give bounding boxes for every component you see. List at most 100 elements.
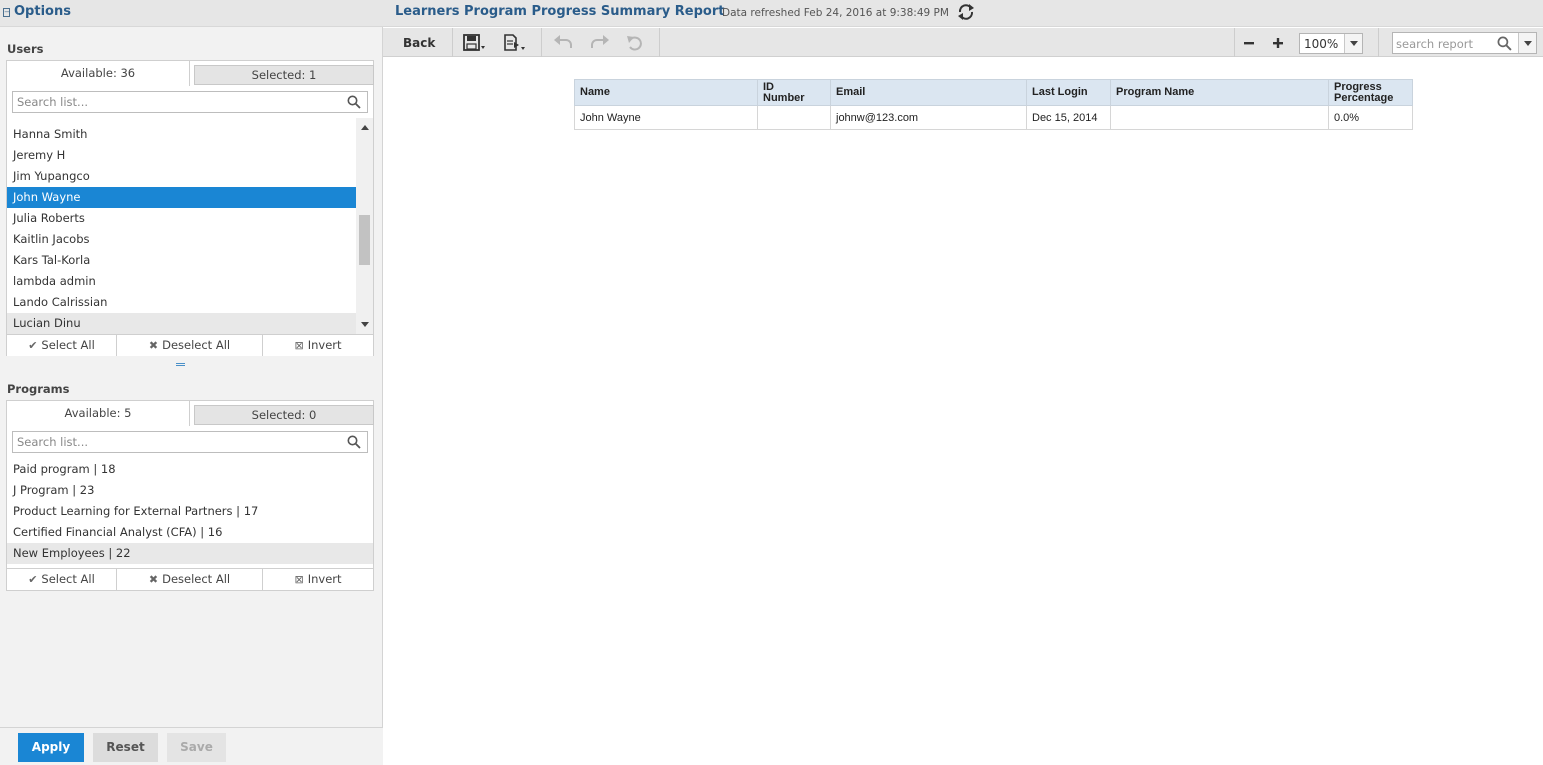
cell-id-number [757, 105, 831, 130]
zoom-out-icon[interactable] [1241, 35, 1257, 51]
table-header-row: Name ID Number Email Last Login Program N… [574, 79, 1413, 106]
programs-select-all-button[interactable]: ✔ Select All [7, 569, 117, 590]
column-header-id-number: ID Number [757, 79, 831, 106]
toolbar-divider [659, 28, 660, 57]
users-select-all-button[interactable]: ✔ Select All [7, 335, 117, 356]
programs-invert-button[interactable]: ⊠ Invert [263, 569, 373, 590]
users-search-box [12, 91, 368, 113]
reset-button[interactable]: Reset [93, 733, 158, 762]
tab-users-selected[interactable]: Selected: 1 [194, 65, 374, 85]
redo-icon[interactable] [588, 34, 610, 52]
zoom-dropdown-button[interactable] [1344, 34, 1362, 53]
list-item[interactable]: Hanna Smith [7, 124, 356, 145]
list-item[interactable]: Jim Yupangco [7, 166, 356, 187]
save-report-icon[interactable] [463, 34, 485, 52]
search-icon[interactable] [1497, 36, 1512, 51]
column-header-program-name: Program Name [1110, 79, 1329, 106]
options-footer: Apply Reset Save [0, 727, 383, 765]
programs-list: Paid program | 18 J Program | 23 Product… [7, 459, 373, 566]
cell-program-name [1110, 105, 1329, 130]
users-label: Users [7, 42, 44, 56]
report-title: Learners Program Progress Summary Report [395, 4, 725, 19]
tab-users-available[interactable]: Available: 36 [6, 60, 190, 86]
chevron-down-icon [1350, 41, 1358, 46]
toolbar-divider [1378, 28, 1379, 57]
options-panel: − Options Users Available: 36 Selected: … [0, 0, 383, 765]
zoom-value: 100% [1304, 37, 1339, 51]
cell-email: johnw@123.com [830, 105, 1027, 130]
users-invert-button[interactable]: ⊠ Invert [263, 335, 373, 356]
column-header-progress: Progress Percentage [1328, 79, 1413, 106]
column-header-email: Email [830, 79, 1027, 106]
users-actions: ✔ Select All ✖ Deselect All ⊠ Invert [7, 334, 373, 356]
report-search-box [1392, 32, 1537, 54]
list-item[interactable]: Jeremy H [7, 145, 356, 166]
scroll-thumb[interactable] [359, 215, 370, 265]
programs-search-box [12, 431, 368, 453]
users-scrollbar[interactable] [356, 118, 373, 334]
check-icon: ✔ [28, 573, 38, 586]
scroll-up-icon[interactable] [361, 125, 369, 130]
zoom-select[interactable]: 100% [1299, 33, 1363, 54]
list-item[interactable]: Lando Calrissian [7, 292, 356, 313]
save-button[interactable]: Save [167, 733, 226, 762]
search-icon[interactable] [347, 435, 361, 449]
list-item[interactable]: J Program | 23 [7, 480, 373, 501]
list-item[interactable]: New Employees | 22 [7, 543, 373, 564]
tab-programs-available[interactable]: Available: 5 [6, 400, 190, 426]
search-icon[interactable] [347, 95, 361, 109]
search-options-dropdown[interactable] [1518, 33, 1536, 53]
undo-icon[interactable] [553, 34, 575, 52]
scroll-down-icon[interactable] [361, 322, 369, 327]
check-icon: ✔ [28, 339, 38, 352]
list-item[interactable]: Kaitlin Jacobs [7, 229, 356, 250]
x-icon: ✖ [148, 573, 159, 586]
list-item[interactable]: Lucian Dinu [7, 313, 356, 334]
refresh-timestamp: Data refreshed Feb 24, 2016 at 9:38:49 P… [722, 7, 949, 19]
options-header: − Options [0, 0, 383, 27]
refresh-icon[interactable] [957, 3, 975, 21]
invert-icon: ⊠ [294, 573, 304, 586]
toolbar-divider [452, 28, 453, 57]
users-listbox: Available: 36 Selected: 1 Hanna Smith Je… [6, 60, 374, 356]
reset-view-icon[interactable] [625, 34, 647, 52]
list-item[interactable]: Julia Roberts [7, 208, 356, 229]
list-item[interactable]: Certified Financial Analyst (CFA) | 16 [7, 522, 373, 543]
programs-listbox: Available: 5 Selected: 0 Paid program | … [6, 400, 374, 591]
x-icon: ✖ [148, 339, 159, 352]
list-item[interactable]: lambda admin [7, 271, 356, 292]
export-icon[interactable] [503, 34, 525, 52]
tab-programs-selected[interactable]: Selected: 0 [194, 405, 374, 425]
users-tabs: Available: 36 Selected: 1 [6, 60, 374, 86]
back-button[interactable]: Back [403, 36, 435, 50]
users-deselect-all-button[interactable]: ✖ Deselect All [117, 335, 263, 356]
list-item-selected[interactable]: John Wayne [7, 187, 356, 208]
table-row: John Wayne johnw@123.com Dec 15, 2014 0.… [574, 105, 1413, 130]
cell-name: John Wayne [574, 105, 758, 130]
report-table: Name ID Number Email Last Login Program N… [574, 79, 1413, 130]
cell-last-login: Dec 15, 2014 [1026, 105, 1111, 130]
programs-actions: ✔ Select All ✖ Deselect All ⊠ Invert [7, 568, 373, 590]
cell-progress: 0.0% [1328, 105, 1413, 130]
chevron-down-icon [1524, 41, 1532, 46]
toolbar-divider [1234, 28, 1235, 57]
apply-button[interactable]: Apply [18, 733, 84, 762]
panel-splitter[interactable] [176, 363, 185, 366]
programs-search-input[interactable] [17, 434, 337, 450]
users-search-input[interactable] [17, 94, 337, 110]
column-header-last-login: Last Login [1026, 79, 1111, 106]
options-title: Options [14, 4, 71, 19]
programs-tabs: Available: 5 Selected: 0 [6, 400, 374, 426]
report-search-input[interactable] [1396, 36, 1496, 51]
report-toolbar: Back 100% [383, 28, 1543, 57]
toolbar-divider [541, 28, 542, 57]
column-header-name: Name [574, 79, 758, 106]
zoom-in-icon[interactable] [1270, 35, 1286, 51]
list-item[interactable]: Paid program | 18 [7, 459, 373, 480]
programs-label: Programs [7, 382, 70, 396]
collapse-panel-icon[interactable]: − [3, 8, 10, 17]
programs-deselect-all-button[interactable]: ✖ Deselect All [117, 569, 263, 590]
list-item[interactable]: Kars Tal-Korla [7, 250, 356, 271]
list-item[interactable]: Product Learning for External Partners |… [7, 501, 373, 522]
report-header: Learners Program Progress Summary Report… [383, 0, 1543, 27]
